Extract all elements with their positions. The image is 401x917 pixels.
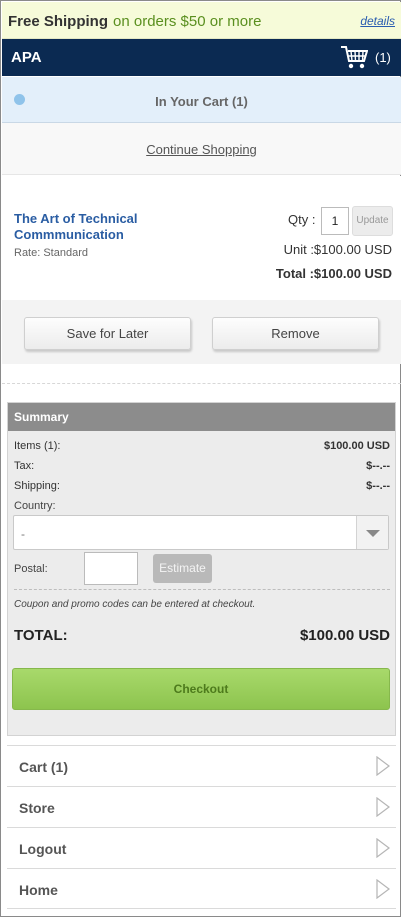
continue-shopping-link[interactable]: Continue Shopping [2, 142, 401, 157]
nav-item-label: Cart (1) [19, 759, 69, 775]
continue-shopping-bar: Continue Shopping [2, 123, 401, 175]
promo-details-link[interactable]: details [360, 14, 395, 28]
remove-button[interactable]: Remove [212, 317, 379, 350]
coupon-note: Coupon and promo codes can be entered at… [14, 599, 256, 610]
item-total-price: Total :$100.00 USD [275, 266, 392, 281]
cart-count[interactable]: (1) [375, 50, 391, 65]
grand-total-label: TOTAL: [14, 627, 68, 644]
postal-label: Postal: [14, 563, 48, 575]
chevron-right-icon [376, 756, 390, 776]
summary-row-value: $100.00 USD [323, 440, 390, 452]
divider [2, 383, 401, 384]
promo-text: on orders $50 or more [113, 13, 262, 30]
cart-item: The Art of Technical Commmunication Rate… [2, 176, 401, 300]
nav-item-label: Home [19, 882, 58, 898]
qty-label: Qty : [288, 212, 316, 227]
nav-item-store[interactable]: Store [7, 786, 396, 827]
promo-title: Free Shipping [8, 13, 109, 30]
summary-row-value: $--.-- [366, 460, 390, 472]
summary-row-label: Shipping: [14, 480, 60, 492]
country-select-value: - [21, 527, 25, 541]
postal-input[interactable] [84, 552, 138, 585]
grand-total-value: $100.00 USD [299, 627, 390, 644]
item-unit-price: Unit :$100.00 USD [283, 242, 392, 257]
checkout-button[interactable]: Checkout [12, 668, 390, 710]
estimate-button[interactable]: Estimate [153, 554, 212, 583]
summary-row-label: Items (1): [14, 440, 61, 452]
nav-item-label: Logout [19, 841, 67, 857]
chevron-right-icon [376, 797, 390, 817]
summary-divider [14, 589, 390, 590]
summary-row-value: $--.-- [366, 480, 390, 492]
in-your-cart-label: In Your Cart (1) [155, 94, 248, 109]
summary-row-shipping: Shipping: $--.-- [14, 480, 390, 492]
summary-row-label: Tax: [14, 460, 35, 472]
item-title-link[interactable]: The Art of Technical Commmunication [14, 211, 204, 243]
nav-item-cart[interactable]: Cart (1) [7, 745, 396, 786]
country-select[interactable]: - [13, 515, 389, 550]
update-button[interactable]: Update [352, 206, 393, 236]
shopping-cart-icon[interactable] [340, 44, 368, 70]
chevron-right-icon [376, 838, 390, 858]
summary-title: Summary [8, 403, 395, 431]
site-header: APA (1) [2, 39, 401, 76]
item-rate: Rate: Standard [14, 247, 88, 259]
qty-input[interactable]: 1 [321, 207, 349, 235]
country-select-toggle[interactable] [356, 516, 388, 549]
chevron-right-icon [376, 879, 390, 899]
order-summary: Summary Items (1): $100.00 USD Tax: $--.… [7, 402, 396, 736]
app-frame: Free Shipping on orders $50 or more deta… [0, 0, 401, 917]
nav-item-home[interactable]: Home [7, 868, 396, 909]
bottom-nav: Cart (1) Store Logout Home [7, 745, 396, 909]
chevron-down-icon [366, 530, 380, 537]
summary-row-items: Items (1): $100.00 USD [14, 440, 390, 452]
brand-logo[interactable]: APA [11, 49, 42, 66]
country-label: Country: [14, 500, 56, 512]
free-shipping-banner: Free Shipping on orders $50 or more deta… [2, 2, 401, 39]
summary-row-tax: Tax: $--.-- [14, 460, 390, 472]
item-actions: Save for Later Remove [2, 300, 401, 364]
nav-item-label: Store [19, 800, 55, 816]
grand-total: TOTAL: $100.00 USD [14, 627, 390, 644]
in-your-cart-bar: In Your Cart (1) [2, 77, 401, 123]
save-for-later-button[interactable]: Save for Later [24, 317, 191, 350]
nav-item-logout[interactable]: Logout [7, 827, 396, 868]
